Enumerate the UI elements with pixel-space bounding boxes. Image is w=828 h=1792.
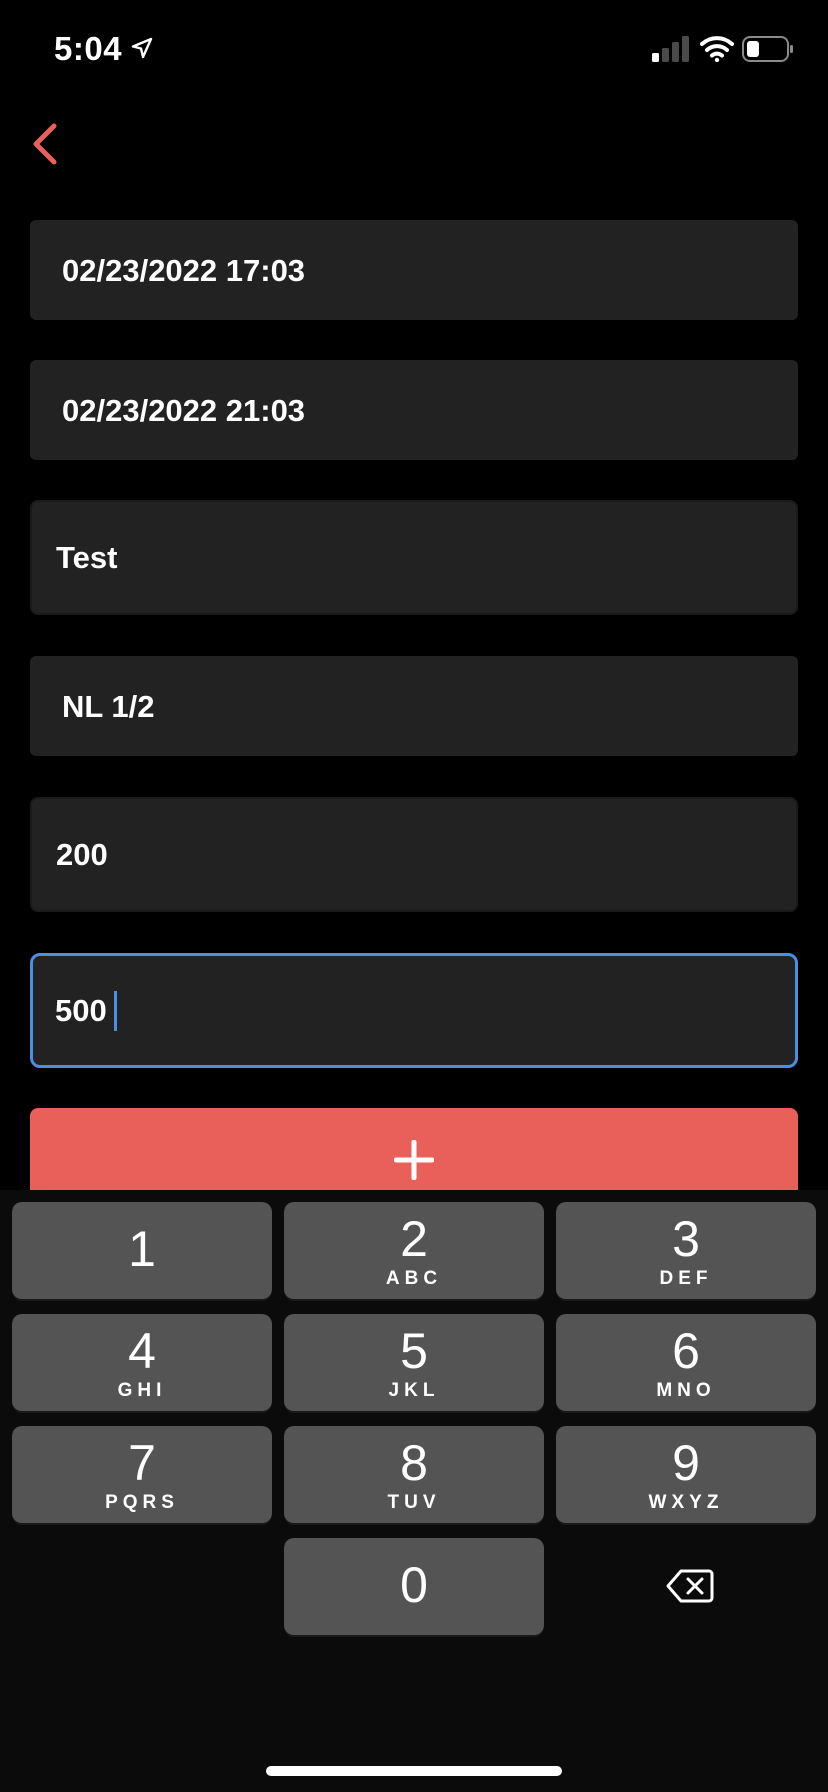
key-digit: 2 bbox=[400, 1211, 428, 1267]
start-datetime-value: 02/23/2022 17:03 bbox=[62, 253, 306, 288]
key-digit: 9 bbox=[672, 1435, 700, 1491]
status-time: 5:04 bbox=[54, 30, 123, 67]
cellular-signal-icon bbox=[652, 36, 689, 62]
plus-icon bbox=[394, 1140, 434, 1180]
key-digit: 7 bbox=[128, 1435, 156, 1491]
delete-key[interactable] bbox=[556, 1538, 816, 1635]
key-7[interactable]: 7 PQRS bbox=[12, 1426, 272, 1523]
key-digit: 5 bbox=[400, 1323, 428, 1379]
backspace-icon bbox=[666, 1569, 714, 1603]
cash-out-value: 500 bbox=[55, 993, 107, 1028]
stakes-value: NL 1/2 bbox=[62, 689, 155, 724]
buy-in-input[interactable]: 200 bbox=[30, 797, 798, 912]
key-digit: 0 bbox=[400, 1557, 428, 1613]
key-letters: ABC bbox=[385, 1268, 443, 1289]
key-letters: TUV bbox=[387, 1492, 441, 1513]
key-digit: 1 bbox=[128, 1221, 156, 1277]
name-value: Test bbox=[56, 540, 118, 575]
location-arrow-icon bbox=[131, 37, 153, 59]
name-input[interactable]: Test bbox=[30, 500, 798, 615]
back-button[interactable] bbox=[26, 118, 66, 170]
key-digit: 4 bbox=[128, 1323, 156, 1379]
key-3[interactable]: 3 DEF bbox=[556, 1202, 816, 1299]
battery-icon bbox=[742, 36, 793, 62]
key-letters: GHI bbox=[117, 1380, 167, 1401]
key-letters: DEF bbox=[659, 1268, 713, 1289]
add-button[interactable] bbox=[30, 1108, 798, 1190]
key-digit: 3 bbox=[672, 1211, 700, 1267]
key-letters: WXYZ bbox=[648, 1492, 724, 1513]
key-2[interactable]: 2 ABC bbox=[284, 1202, 544, 1299]
start-datetime-field[interactable]: 02/23/2022 17:03 bbox=[30, 220, 798, 320]
status-bar: 5:04 bbox=[0, 0, 828, 100]
key-letters: PQRS bbox=[105, 1492, 179, 1513]
numeric-keyboard: 1 2 ABC 3 DEF 4 GHI 5 JKL 6 MNO 7 PQRS 8… bbox=[0, 1190, 828, 1792]
home-indicator bbox=[266, 1766, 562, 1776]
key-1[interactable]: 1 bbox=[12, 1202, 272, 1299]
key-digit: 6 bbox=[672, 1323, 700, 1379]
buy-in-value: 200 bbox=[56, 837, 108, 872]
key-9[interactable]: 9 WXYZ bbox=[556, 1426, 816, 1523]
chevron-left-icon bbox=[33, 123, 57, 165]
key-6[interactable]: 6 MNO bbox=[556, 1314, 816, 1411]
key-8[interactable]: 8 TUV bbox=[284, 1426, 544, 1523]
stakes-field[interactable]: NL 1/2 bbox=[30, 656, 798, 756]
cash-out-input[interactable]: 500 bbox=[30, 953, 798, 1068]
end-datetime-field[interactable]: 02/23/2022 21:03 bbox=[30, 360, 798, 460]
text-caret bbox=[114, 991, 117, 1031]
key-digit: 8 bbox=[400, 1435, 428, 1491]
key-5[interactable]: 5 JKL bbox=[284, 1314, 544, 1411]
key-letters: MNO bbox=[656, 1380, 716, 1401]
wifi-icon bbox=[700, 36, 734, 62]
key-0[interactable]: 0 bbox=[284, 1538, 544, 1635]
end-datetime-value: 02/23/2022 21:03 bbox=[62, 393, 306, 428]
key-4[interactable]: 4 GHI bbox=[12, 1314, 272, 1411]
key-letters: JKL bbox=[388, 1380, 440, 1401]
